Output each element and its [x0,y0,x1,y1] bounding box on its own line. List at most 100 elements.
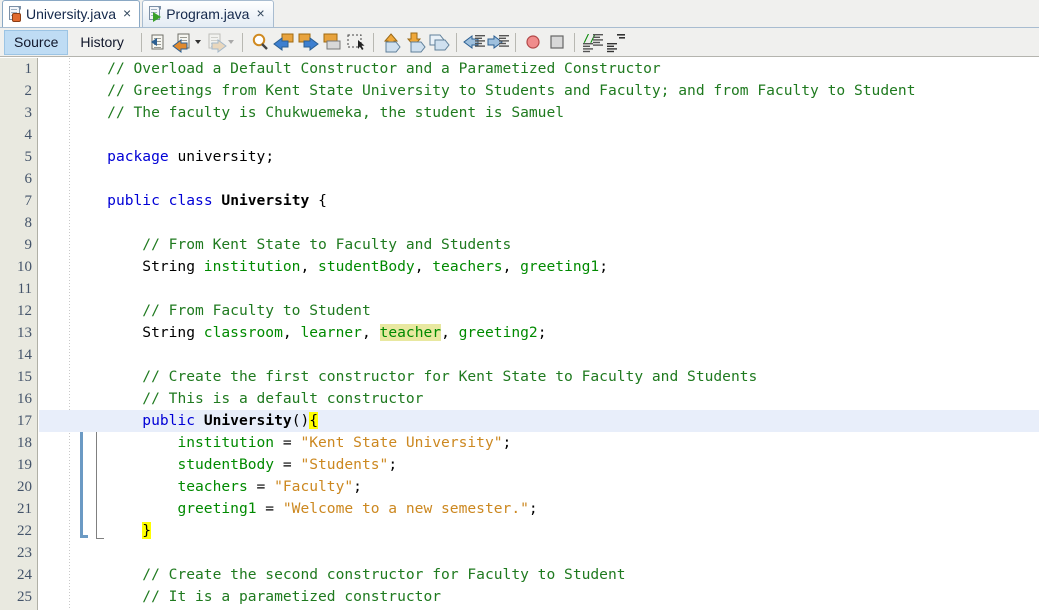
code-token: ; [353,478,362,495]
code-line[interactable] [39,542,1039,564]
line-number[interactable]: 24 [17,564,32,586]
code-line[interactable]: package university; [39,146,1039,168]
line-number[interactable]: 18 [17,432,32,454]
previous-error-icon[interactable] [380,31,402,53]
line-number[interactable]: 10 [17,256,32,278]
code-line[interactable] [39,168,1039,190]
next-bookmark-icon[interactable] [297,31,319,53]
line-number[interactable]: 20 [17,476,32,498]
code-line[interactable]: public University(){ [39,410,1039,432]
code-token: // From Faculty to Student [142,302,371,319]
line-number[interactable]: 23 [17,542,32,564]
code-line-text: // From Faculty to Student [39,300,371,322]
line-number[interactable]: 4 [25,124,33,146]
code-line[interactable]: // It is a parametized constructor [39,586,1039,608]
code-token: , [300,258,319,275]
toggle-rectangular-selection-icon[interactable] [345,31,367,53]
code-text-area[interactable]: // Overload a Default Constructor and a … [39,58,1039,610]
toggle-bookmark-icon[interactable] [321,31,343,53]
line-number[interactable]: 11 [18,278,32,300]
uncomment-icon[interactable] [605,31,627,55]
editor-tab-university-java[interactable]: University.java × [2,0,141,27]
code-line-text: String classroom, learner, teacher, gree… [39,322,547,344]
line-number[interactable]: 15 [17,366,32,388]
code-line[interactable]: String institution, studentBody, teacher… [39,256,1039,278]
line-number[interactable]: 14 [17,344,32,366]
line-number-gutter[interactable]: 1 2 3 4 5 6 7 8 9 10 11 12 13 14 15 16 17 18 19 20 21 22 23 24 2… [0,58,38,610]
last-edit-icon[interactable] [148,31,170,53]
line-number[interactable]: 21 [17,498,32,520]
editor-tab-program-java[interactable]: Program.java × [142,0,274,27]
toggle-breakpoint-icon[interactable] [428,31,450,53]
code-token: package [107,148,169,165]
comment-icon[interactable]: // [581,31,603,55]
code-line-text: institution = "Kent State University"; [39,432,511,454]
line-number[interactable]: 6 [25,168,33,190]
code-token: // This is a default constructor [142,390,424,407]
find-selection-icon[interactable] [249,31,271,53]
close-icon[interactable]: × [255,6,265,22]
code-line[interactable]: teachers = "Faculty"; [39,476,1039,498]
code-line[interactable]: // Create the second constructor for Fac… [39,564,1039,586]
code-line[interactable] [39,212,1039,234]
code-line[interactable]: } [39,520,1039,542]
line-number[interactable]: 9 [25,234,33,256]
code-line[interactable]: // Create the first constructor for Kent… [39,366,1039,388]
previous-bookmark-icon[interactable] [273,31,295,53]
next-error-icon[interactable] [404,31,426,53]
code-line[interactable]: // From Kent State to Faculty and Studen… [39,234,1039,256]
view-button-source[interactable]: Source [4,29,69,55]
code-line[interactable]: // Overload a Default Constructor and a … [39,58,1039,80]
line-number[interactable]: 2 [25,80,33,102]
close-icon[interactable]: × [122,6,132,22]
code-line[interactable]: // From Faculty to Student [39,300,1039,322]
chevron-down-icon[interactable] [227,40,234,44]
line-number[interactable]: 12 [17,300,32,322]
code-line[interactable]: studentBody = "Students"; [39,454,1039,476]
code-line[interactable] [39,278,1039,300]
code-line[interactable]: // This is a default constructor [39,388,1039,410]
code-line[interactable] [39,344,1039,366]
line-number[interactable]: 22 [17,520,32,542]
line-number[interactable]: 16 [17,388,32,410]
code-line-text: // Create the second constructor for Fac… [39,564,625,586]
line-number[interactable]: 7 [25,190,33,212]
line-number[interactable]: 8 [25,212,33,234]
chevron-down-icon[interactable] [194,40,201,44]
start-macro-recording-icon[interactable] [522,31,544,53]
code-token: // Overload a Default Constructor and a … [107,60,661,77]
code-token: university; [168,148,275,165]
shift-left-icon[interactable] [463,31,485,53]
line-number[interactable]: 17 [17,410,32,432]
stop-macro-recording-icon[interactable] [546,31,568,53]
line-number[interactable]: 1 [25,58,33,80]
code-line[interactable] [39,124,1039,146]
line-number[interactable]: 3 [25,102,33,124]
code-line[interactable]: // The faculty is Chukwuemeka, the stude… [39,102,1039,124]
code-editor[interactable]: 1 2 3 4 5 6 7 8 9 10 11 12 13 14 15 16 17 18 19 20 21 22 23 24 2… [0,58,1039,610]
code-token: classroom [203,324,283,341]
line-number[interactable]: 25 [17,586,32,608]
view-button-history[interactable]: History [70,30,134,55]
forward-history-icon[interactable] [205,31,227,53]
line-number[interactable]: 5 [25,146,33,168]
line-number[interactable]: 19 [17,454,32,476]
code-line[interactable]: // Greetings from Kent State University … [39,80,1039,102]
code-token: ; [528,500,538,517]
back-history-icon[interactable] [172,31,194,53]
code-line[interactable]: greeting1 = "Welcome to a new semester."… [39,498,1039,520]
code-token: studentBody [177,456,275,473]
code-token: = [274,456,301,473]
shift-right-icon[interactable] [487,31,509,53]
code-line[interactable]: public class University { [39,190,1039,212]
code-token: class [168,192,213,209]
code-line[interactable]: String classroom, learner, teacher, gree… [39,322,1039,344]
code-token: } [142,522,152,539]
code-line[interactable]: institution = "Kent State University"; [39,432,1039,454]
line-number[interactable]: 13 [17,322,32,344]
